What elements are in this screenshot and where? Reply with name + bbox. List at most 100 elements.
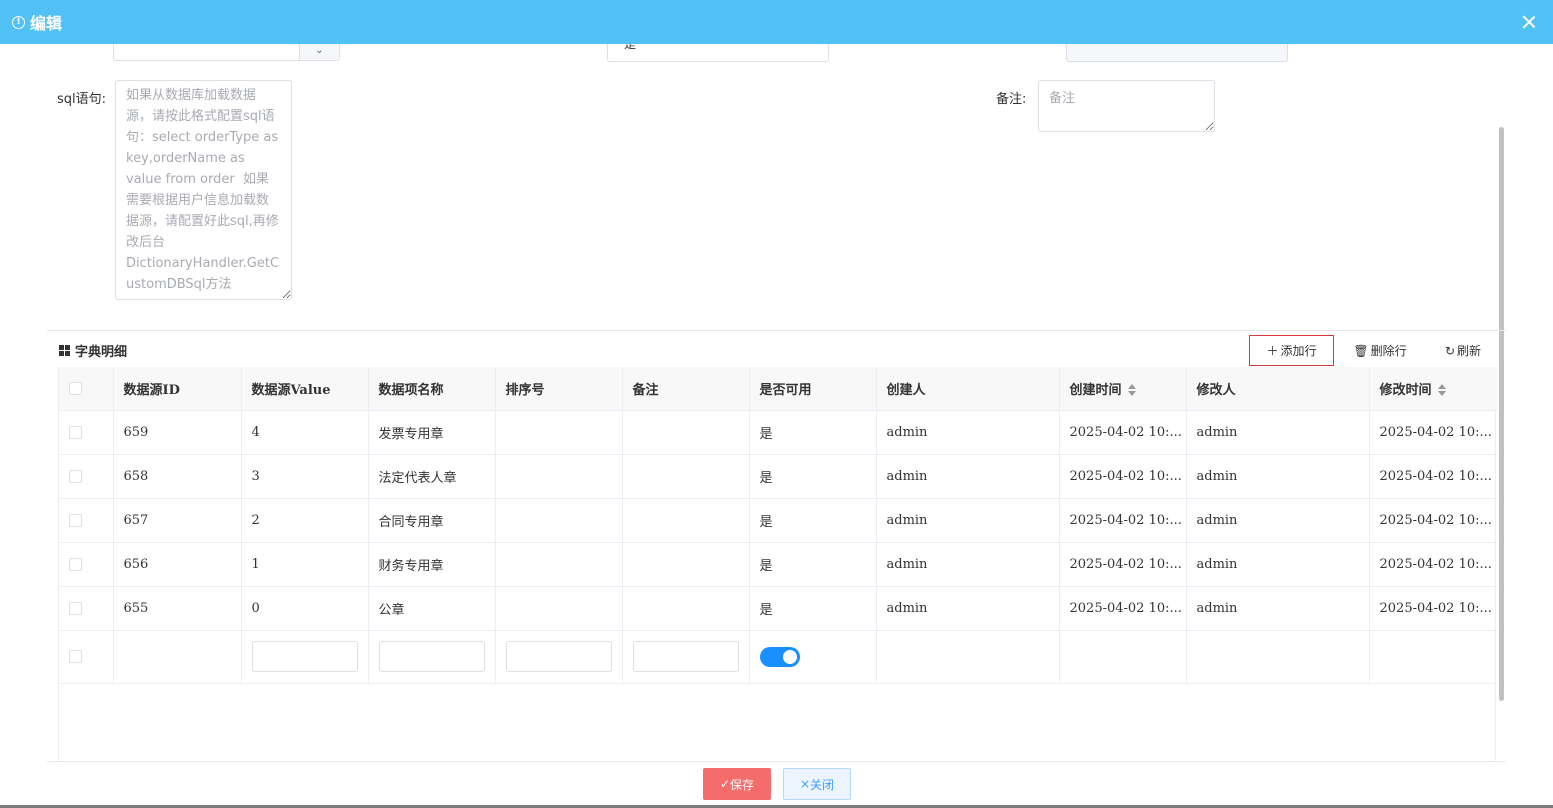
- cell-modifier: [1186, 630, 1370, 684]
- cell-id: 659: [113, 410, 242, 455]
- cell-value: 3: [241, 454, 369, 499]
- cell-modified: [1369, 630, 1497, 684]
- row-select-cell: [59, 498, 114, 543]
- col-header: 数据源Value: [241, 367, 369, 411]
- status-field[interactable]: 是: [607, 44, 829, 62]
- dialog-header: ! 编辑: [0, 0, 1553, 44]
- cell-id: 657: [113, 498, 242, 543]
- x-icon: ×: [799, 777, 811, 791]
- cell-modified: 2025-04-02 10:...: [1369, 542, 1497, 587]
- cell-modified: 2025-04-02 10:...: [1369, 454, 1497, 499]
- col-header: 备注: [622, 367, 750, 411]
- plus-icon: ＋: [1266, 344, 1279, 358]
- cell-creator: admin: [876, 542, 1060, 587]
- row-checkbox[interactable]: [69, 601, 82, 615]
- table-row[interactable]: 658 3 法定代表人章 是 admin 2025-04-02 10:... a…: [59, 454, 1497, 499]
- sort-icon[interactable]: [1127, 384, 1136, 397]
- status-value: 是: [624, 44, 637, 51]
- col-header: 数据项名称: [368, 367, 496, 411]
- col-header: 排序号: [495, 367, 623, 411]
- sort-icon[interactable]: [1437, 384, 1446, 397]
- cell-remark: [622, 542, 750, 587]
- col-header-modified[interactable]: 修改时间: [1369, 367, 1497, 411]
- enabled-switch[interactable]: [759, 646, 800, 667]
- cell-sort: [495, 454, 623, 499]
- cell-created: 2025-04-02 10:...: [1059, 542, 1187, 587]
- close-icon[interactable]: [1519, 12, 1539, 32]
- remark-cell-input[interactable]: [632, 641, 739, 672]
- cell-sort: [495, 498, 623, 543]
- cell-enabled: [749, 630, 877, 684]
- sql-label: sql语句:: [57, 92, 107, 107]
- cell-remark: [622, 630, 750, 684]
- col-header-created[interactable]: 创建时间: [1059, 367, 1187, 411]
- delete-row-label: 删除行: [1370, 344, 1407, 358]
- add-row-label: 添加行: [1280, 344, 1317, 358]
- cell-sort: [495, 410, 623, 455]
- row-checkbox[interactable]: [69, 557, 82, 571]
- vertical-scrollbar[interactable]: [1499, 127, 1504, 701]
- table-row[interactable]: 655 0 公章 是 admin 2025-04-02 10:... admin…: [59, 586, 1497, 631]
- cell-creator: admin: [876, 498, 1060, 543]
- type-select[interactable]: ⌄: [113, 44, 340, 61]
- table-row[interactable]: 657 2 合同专用章 是 admin 2025-04-02 10:... ad…: [59, 498, 1497, 543]
- cell-name: 财务专用章: [368, 542, 496, 587]
- footer-divider: [47, 761, 1506, 762]
- cell-modifier: admin: [1186, 586, 1370, 631]
- refresh-button[interactable]: ↻ 刷新: [1435, 335, 1491, 366]
- cell-value: 0: [241, 586, 369, 631]
- table-row[interactable]: 656 1 财务专用章 是 admin 2025-04-02 10:... ad…: [59, 542, 1497, 587]
- delete-row-button[interactable]: 🗑 删除行: [1345, 335, 1415, 366]
- cell-sort: [495, 630, 623, 684]
- chevron-down-icon[interactable]: ⌄: [299, 44, 339, 60]
- value-input[interactable]: [251, 641, 358, 672]
- cell-creator: admin: [876, 454, 1060, 499]
- row-select-cell: [59, 410, 114, 455]
- row-checkbox[interactable]: [69, 425, 82, 439]
- cell-name: [368, 630, 496, 684]
- select-all-checkbox[interactable]: [69, 381, 82, 395]
- create-time-picker[interactable]: [1066, 44, 1288, 62]
- row-checkbox[interactable]: [69, 513, 82, 527]
- save-label: 保存: [730, 777, 755, 792]
- table-row[interactable]: 659 4 发票专用章 是 admin 2025-04-02 10:... ad…: [59, 410, 1497, 455]
- cell-name: 合同专用章: [368, 498, 496, 543]
- remark-input[interactable]: [1038, 80, 1215, 132]
- cell-remark: [622, 586, 750, 631]
- table-header-row: 数据源ID 数据源Value 数据项名称 排序号 备注 是否可用 创建人 创建时…: [59, 367, 1497, 411]
- cell-value: 1: [241, 542, 369, 587]
- cell-remark: [622, 410, 750, 455]
- cell-remark: [622, 498, 750, 543]
- add-row-button[interactable]: ＋ 添加行: [1249, 335, 1334, 366]
- cell-modifier: admin: [1186, 454, 1370, 499]
- dialog-title: 编辑: [30, 14, 63, 33]
- col-header: 数据源ID: [113, 367, 242, 411]
- save-button[interactable]: ✓ 保存: [703, 768, 771, 800]
- cell-value: 2: [241, 498, 369, 543]
- cell-name: 公章: [368, 586, 496, 631]
- cell-enabled: 是: [749, 498, 877, 543]
- refresh-icon: ↻: [1444, 343, 1456, 358]
- new-row[interactable]: [59, 630, 1497, 684]
- sort-input[interactable]: [505, 641, 612, 672]
- row-checkbox[interactable]: [69, 650, 82, 663]
- cell-name: 法定代表人章: [368, 454, 496, 499]
- cell-created: 2025-04-02 10:...: [1059, 498, 1187, 543]
- cell-creator: admin: [876, 410, 1060, 455]
- col-header-text: 修改时间: [1379, 382, 1432, 398]
- detail-title: 字典明细: [59, 341, 127, 360]
- cell-created: 2025-04-02 10:...: [1059, 454, 1187, 499]
- cell-created: 2025-04-02 10:...: [1059, 586, 1187, 631]
- row-select-cell: [59, 454, 114, 499]
- trash-icon: 🗑: [1353, 343, 1369, 358]
- row-select-cell: [59, 542, 114, 587]
- close-button[interactable]: × 关闭: [783, 768, 851, 800]
- row-select-cell: [59, 586, 114, 631]
- cell-modified: 2025-04-02 10:...: [1369, 586, 1497, 631]
- sql-input[interactable]: [115, 80, 292, 300]
- cell-enabled: 是: [749, 586, 877, 631]
- name-input[interactable]: [378, 641, 485, 672]
- row-checkbox[interactable]: [69, 469, 82, 483]
- cell-enabled: 是: [749, 410, 877, 455]
- cell-sort: [495, 542, 623, 587]
